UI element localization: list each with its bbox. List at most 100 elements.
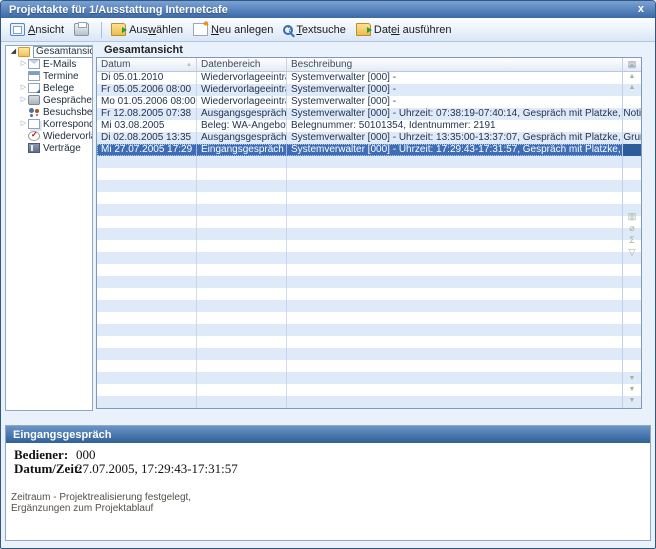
cell-beschreibung: Systemverwalter [000] - Uhrzeit: 13:35:0…	[287, 132, 641, 144]
cell-datenbereich	[197, 216, 287, 228]
cell-datum: Mi 27.07.2005 17:29	[97, 144, 197, 156]
cell-beschreibung	[287, 324, 641, 336]
summary-icon[interactable]: Σ	[629, 234, 635, 246]
cell-beschreibung: Belegnummer: 50101354, Identnummer: 2191	[287, 120, 641, 132]
select-button[interactable]: Auswählen	[106, 19, 188, 41]
cell-datum	[97, 372, 197, 384]
cell-beschreibung	[287, 372, 641, 384]
cell-datenbereich: Wiedervorlageeintrag	[197, 96, 287, 108]
run-file-icon	[356, 23, 371, 36]
cell-beschreibung	[287, 192, 641, 204]
expander-closed-icon[interactable]: ▷	[19, 58, 28, 70]
receipt-icon	[28, 83, 40, 93]
tree-item-vertrge[interactable]: Verträge	[6, 142, 92, 154]
table-row-empty	[97, 168, 641, 180]
table-row[interactable]: Fr 05.05.2006 08:00WiedervorlageeintragS…	[97, 84, 641, 96]
tree-item-gesprche[interactable]: ▷ Gespräche	[6, 94, 92, 106]
cell-beschreibung: Systemverwalter [000] -	[287, 84, 641, 96]
scroll-bottom-icon[interactable]: ▼	[629, 395, 636, 406]
expander-open-icon[interactable]: ◢	[9, 46, 18, 58]
table-row[interactable]: Di 05.01.2010WiedervorlageeintragSystemv…	[97, 72, 641, 84]
table-row[interactable]: Di 02.08.2005 13:35AusgangsgesprächSyste…	[97, 132, 641, 144]
text-search-button[interactable]: Textsuche	[278, 19, 351, 41]
detail-field: Datum/Zeit:27.07.2005, 17:29:43-17:31:57	[14, 462, 650, 476]
tree-item-emails[interactable]: ▷ E-Mails	[6, 58, 92, 70]
cell-beschreibung	[287, 300, 641, 312]
table-row-empty	[97, 276, 641, 288]
cell-datum	[97, 324, 197, 336]
search-icon[interactable]: ⌀	[629, 222, 634, 234]
cell-datum: Fr 05.05.2006 08:00	[97, 84, 197, 96]
tree-item-wiedervorlagen[interactable]: Wiedervorlagen	[6, 130, 92, 142]
tree-item-belege[interactable]: ▷Belege	[6, 82, 92, 94]
tree-item-korrespondenzen[interactable]: ▷Korrespondenzen	[6, 118, 92, 130]
cell-datenbereich	[197, 264, 287, 276]
cell-beschreibung	[287, 384, 641, 396]
scroll-up-icon[interactable]: ▲	[629, 71, 636, 82]
cell-beschreibung: Systemverwalter [000] - Uhrzeit: 17:29:4…	[287, 144, 641, 156]
table-row[interactable]: Fr 12.08.2005 07:38AusgangsgesprächSyste…	[97, 108, 641, 120]
tree-item-label: Verträge	[43, 143, 81, 154]
close-button[interactable]: x	[635, 2, 647, 17]
cell-datenbereich	[197, 348, 287, 360]
cell-beschreibung	[287, 216, 641, 228]
table-row[interactable]: Mi 27.07.2005 17:29EingangsgesprächSyste…	[97, 144, 641, 156]
cell-datum	[97, 264, 197, 276]
detail-field: Bediener:000	[14, 448, 650, 462]
new-entry-button-label: Neu anlegen	[211, 24, 273, 36]
table-row-empty	[97, 300, 641, 312]
detail-field-value: 27.07.2005, 17:29:43-17:31:57	[76, 462, 650, 476]
scroll-down-icon[interactable]: ▼	[629, 373, 636, 384]
table-row[interactable]: Mo 01.05.2006 08:00WiedervorlageeintragS…	[97, 96, 641, 108]
cell-beschreibung: Systemverwalter [000] - Uhrzeit: 07:38:1…	[287, 108, 641, 120]
detail-header: Eingangsgespräch	[6, 426, 650, 443]
cell-beschreibung: Systemverwalter [000] -	[287, 96, 641, 108]
table-row-empty	[97, 288, 641, 300]
column-header-datenbereich[interactable]: Datenbereich	[197, 58, 287, 71]
expander-closed-icon[interactable]: ▷	[19, 94, 28, 106]
scroll-down-icon[interactable]: ▼	[629, 384, 636, 395]
table-row-empty	[97, 348, 641, 360]
cell-datenbereich	[197, 312, 287, 324]
cell-beschreibung	[287, 168, 641, 180]
calendar-icon	[28, 71, 40, 81]
cell-datum	[97, 204, 197, 216]
table-row-empty	[97, 264, 641, 276]
cell-datenbereich	[197, 252, 287, 264]
window-title: Projektakte für 1/Ausstattung Internetca…	[9, 4, 635, 16]
scroll-top-icon[interactable]: ▲	[629, 60, 636, 71]
expander-closed-icon[interactable]: ▷	[19, 118, 28, 130]
tree-item-besuchsberichte[interactable]: Besuchsberichte	[6, 106, 92, 118]
filter-icon[interactable]: ▽	[629, 246, 636, 258]
open-folder-icon	[111, 23, 126, 36]
view-button[interactable]: Ansicht	[5, 19, 69, 41]
print-button[interactable]	[69, 19, 97, 41]
column-header-label: Beschreibung	[291, 59, 352, 70]
new-entry-button[interactable]: Neu anlegen	[188, 19, 278, 41]
cell-beschreibung	[287, 204, 641, 216]
tree-root-gesamtansicht[interactable]: ◢ Gesamtansicht	[6, 46, 92, 58]
column-header-datum[interactable]: Datum▲	[97, 58, 197, 71]
cell-datum	[97, 240, 197, 252]
tree-item-label: Gespräche	[43, 95, 92, 106]
folder-icon	[18, 47, 30, 57]
tree-root-label: Gesamtansicht	[33, 46, 93, 58]
columns-icon[interactable]: ▥	[628, 210, 637, 222]
table-row-empty	[97, 396, 641, 408]
detail-field-value: 000	[76, 448, 650, 462]
run-file-button[interactable]: Datei ausführen	[351, 19, 457, 41]
cell-datum	[97, 348, 197, 360]
cell-beschreibung	[287, 348, 641, 360]
scroll-up-icon[interactable]: ▲	[629, 82, 636, 93]
cell-datenbereich	[197, 384, 287, 396]
tree-item-label: E-Mails	[43, 59, 76, 70]
column-header-beschreibung[interactable]: Beschreibung	[287, 58, 622, 71]
view-button-label: Ansicht	[28, 24, 64, 36]
cell-datum	[97, 276, 197, 288]
cell-datenbereich	[197, 240, 287, 252]
table-row[interactable]: Mi 03.08.2005Beleg: WA-Angebot (alle Bel…	[97, 120, 641, 132]
cell-datenbereich	[197, 408, 287, 409]
tree-item-termine[interactable]: Termine	[6, 70, 92, 82]
print-icon	[74, 23, 89, 36]
expander-closed-icon[interactable]: ▷	[19, 82, 28, 94]
